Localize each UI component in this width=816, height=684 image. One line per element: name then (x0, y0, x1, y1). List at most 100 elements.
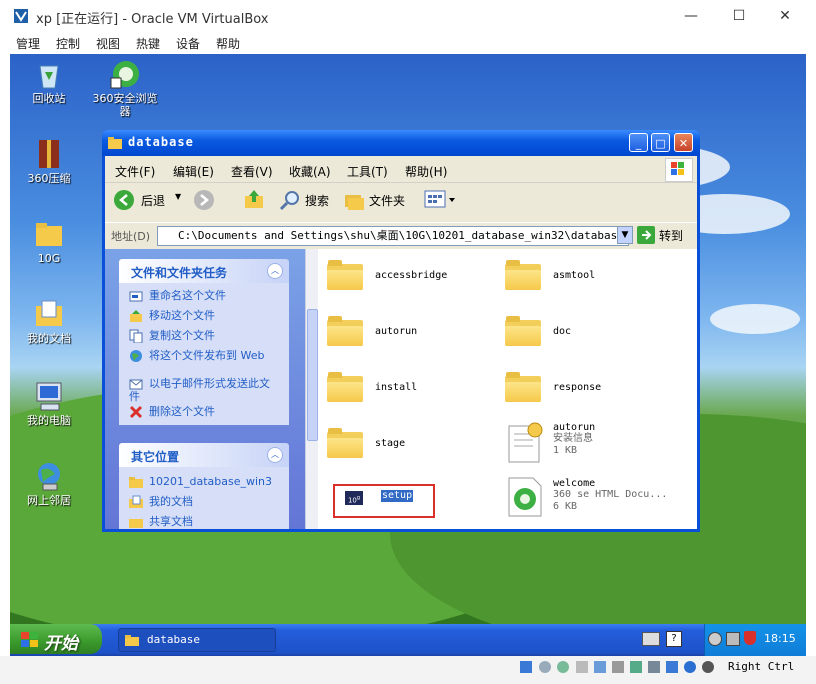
desktop-icon-360-zip[interactable]: 360压缩 (14, 138, 84, 185)
collapse-icon[interactable]: ︿ (267, 263, 283, 279)
desktop-icon-my-documents[interactable]: 我的文档 (14, 298, 84, 345)
scrollbar-thumb[interactable] (307, 309, 318, 441)
back-label: 后退 (141, 194, 166, 208)
menu-control[interactable]: 控制 (56, 35, 80, 52)
address-path: C:\Documents and Settings\shu\桌面\10G\102… (178, 229, 624, 242)
views-button[interactable] (423, 188, 459, 212)
task-move[interactable]: 移动这个文件 (129, 309, 215, 323)
network-icon (33, 460, 65, 492)
goto-button[interactable]: 转到 (637, 225, 693, 245)
desktop-icon-360-browser[interactable]: 360安全浏览器 (90, 58, 160, 118)
desktop-label: 我的电脑 (27, 414, 71, 427)
menu-manage[interactable]: 管理 (16, 35, 40, 52)
file-tasks-header[interactable]: 文件和文件夹任务 ︿ (119, 259, 289, 283)
setup-info-icon (505, 422, 545, 467)
task-publish-web[interactable]: 将这个文件发布到 Web (129, 349, 279, 363)
delete-icon (129, 405, 143, 419)
folder-icon (108, 136, 122, 152)
maximize-button[interactable]: ☐ (724, 6, 754, 26)
taskbar-item-database[interactable]: database (118, 628, 276, 652)
file-item-doc[interactable]: doc (505, 316, 675, 356)
keyboard-icon[interactable] (642, 632, 660, 646)
file-item-setup[interactable]: 10g setup (333, 484, 435, 518)
explorer-close-button[interactable]: ✕ (674, 133, 693, 152)
file-item-autorun-folder[interactable]: autorun (327, 316, 487, 356)
menu-devices[interactable]: 设备 (176, 35, 200, 52)
menu-help[interactable]: 帮助 (216, 35, 240, 52)
up-folder-button[interactable] (243, 188, 267, 212)
place-shared-documents[interactable]: 共享文档 (129, 515, 193, 529)
browser-360-icon (109, 58, 141, 90)
file-item-accessbridge[interactable]: accessbridge (327, 260, 487, 300)
guest-desktop[interactable]: 回收站 360安全浏览器 360压缩 10G 我的文档 我的电脑 网上邻居 da… (10, 54, 806, 656)
place-parent-folder[interactable]: 10201_database_win3 (129, 475, 272, 489)
folder-icon (327, 316, 363, 346)
back-button[interactable]: 后退 ▼ (113, 186, 185, 214)
address-input[interactable]: C:\Documents and Settings\shu\桌面\10G\102… (157, 226, 629, 246)
file-tasks-title: 文件和文件夹任务 (131, 266, 228, 280)
other-places-title: 其它位置 (131, 450, 180, 464)
explorer-minimize-button[interactable]: _ (629, 133, 648, 152)
virtualbox-icon (12, 7, 30, 25)
search-icon (279, 191, 299, 211)
folder-icon (125, 635, 139, 646)
other-places-header[interactable]: 其它位置 ︿ (119, 443, 289, 467)
explorer-title: database (128, 135, 194, 149)
explorer-body: 文件(F) 编辑(E) 查看(V) 收藏(A) 工具(T) 帮助(H) 后退 ▼ (105, 156, 697, 529)
desktop-label: 360压缩 (27, 172, 71, 185)
desktop-icon-10g[interactable]: 10G (14, 218, 84, 265)
task-delete[interactable]: 删除这个文件 (129, 405, 215, 419)
folder-icon (33, 218, 65, 250)
task-rename[interactable]: 重命名这个文件 (129, 289, 226, 303)
file-item-autorun-inf[interactable]: autorun 安装信息 1 KB (505, 418, 685, 470)
collapse-icon[interactable]: ︿ (267, 447, 283, 463)
menu-edit[interactable]: 编辑(E) (173, 163, 214, 180)
file-item-install[interactable]: install (327, 372, 487, 412)
chevron-down-icon: ▼ (175, 192, 182, 201)
move-icon (129, 309, 143, 323)
menu-view[interactable]: 视图 (96, 35, 120, 52)
search-label: 搜索 (305, 194, 330, 208)
menu-file[interactable]: 文件(F) (115, 163, 155, 180)
file-item-stage[interactable]: stage (327, 428, 487, 468)
menu-help[interactable]: 帮助(H) (405, 163, 447, 180)
windows-flag-icon (20, 631, 40, 652)
menu-favorites[interactable]: 收藏(A) (289, 163, 331, 180)
address-label: 地址(D) (111, 230, 151, 243)
menu-tools[interactable]: 工具(T) (347, 163, 388, 180)
desktop-label: 网上邻居 (27, 494, 71, 507)
close-button[interactable]: ✕ (770, 6, 800, 26)
place-my-documents[interactable]: 我的文档 (129, 495, 193, 509)
menu-hotkey[interactable]: 热键 (136, 35, 160, 52)
desktop-icon-my-computer[interactable]: 我的电脑 (14, 380, 84, 427)
menu-view[interactable]: 查看(V) (231, 163, 273, 180)
help-icon[interactable]: ? (666, 631, 682, 647)
file-item-asmtool[interactable]: asmtool (505, 260, 675, 300)
desktop-icon-network[interactable]: 网上邻居 (14, 460, 84, 507)
vbox-status-icons (520, 660, 720, 676)
file-item-response[interactable]: response (505, 372, 675, 412)
folders-button[interactable]: 文件夹 (343, 188, 413, 212)
tray-security-icon[interactable] (744, 631, 756, 645)
email-icon (129, 377, 143, 391)
explorer-maximize-button[interactable]: □ (651, 133, 670, 152)
forward-button[interactable] (193, 189, 229, 213)
folder-icon (505, 316, 541, 346)
task-copy[interactable]: 复制这个文件 (129, 329, 215, 344)
task-email[interactable]: 以电子邮件形式发送此文件 (129, 377, 279, 403)
back-arrow-icon (114, 190, 134, 210)
oracle-10g-icon: 10g (345, 491, 363, 505)
tray-sound-icon[interactable] (708, 632, 722, 646)
file-item-welcome[interactable]: welcome 360 se HTML Docu... 6 KB (505, 474, 690, 526)
address-dropdown-button[interactable]: ▼ (617, 226, 633, 244)
explorer-window[interactable]: database _ □ ✕ 文件(F) 编辑(E) 查看(V) 收藏(A) 工… (102, 130, 700, 532)
desktop-icon-recycle-bin[interactable]: 回收站 (14, 58, 84, 105)
desktop-label: 10G (37, 252, 61, 265)
search-button[interactable]: 搜索 (279, 188, 337, 212)
other-places-body: 10201_database_win3 我的文档 共享文档 (119, 467, 289, 529)
desktop-label: 我的文档 (27, 332, 71, 345)
scrollbar[interactable] (305, 249, 318, 529)
forward-arrow-icon (194, 190, 214, 210)
tray-network-icon[interactable] (726, 632, 740, 646)
minimize-button[interactable]: — (676, 6, 706, 26)
